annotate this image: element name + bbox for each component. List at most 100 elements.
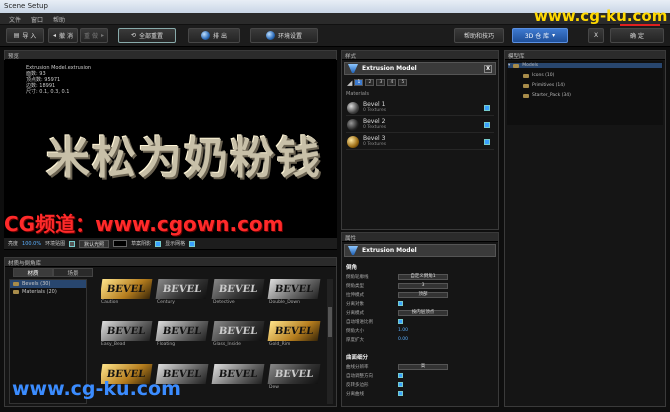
prop-checkbox[interactable] [398, 301, 403, 306]
tree-item-starter-pack[interactable]: Starter_Pack (34) [523, 93, 571, 98]
bevel-preview: BEVEL [211, 321, 265, 342]
extrusion-icon [348, 64, 358, 73]
style-tab-row: ◢ 1 2 3 4 5 [344, 77, 496, 88]
material-item-bevel3[interactable]: Bevel 30 Textures [346, 134, 494, 150]
scroll-thumb[interactable] [328, 307, 332, 337]
ok-button[interactable]: 确 定 [610, 28, 664, 43]
watermark-middle: CG频道：www.cgown.com [4, 212, 284, 236]
redo-button[interactable]: 重 做 ▸ [80, 28, 108, 43]
material-sphere-icon [347, 135, 359, 148]
thumb-double-down[interactable]: BEVEL Double_Down [267, 279, 321, 308]
prop-select[interactable]: 自定义倒角1 [398, 273, 448, 280]
render-button[interactable]: 排 出 [188, 28, 240, 43]
tree-item-icons[interactable]: Icons (10) [523, 73, 554, 78]
bevel-preview: BEVEL [101, 279, 153, 299]
prop-row: 倒角大小 1.00 [346, 328, 409, 334]
menu-file[interactable]: 文件 [6, 15, 24, 24]
menu-window[interactable]: 窗口 [28, 15, 46, 24]
viewport-header: 预览 [4, 50, 337, 60]
brightness-value[interactable]: 100.0% [22, 241, 41, 247]
import-button[interactable]: ▤ 导 入 [6, 28, 44, 43]
material-item-bevel1[interactable]: Bevel 10 Textures [346, 100, 494, 116]
thumb-gold-rim[interactable]: BEVEL Gold_Rim [267, 321, 321, 350]
close-icon[interactable]: X [484, 64, 492, 73]
section-subdivision: 曲面细分 [346, 355, 369, 361]
thumb-easy-bead[interactable]: BEVEL Easy_Bead [101, 321, 153, 350]
prop-row: 曲线分辨率高 [346, 363, 494, 370]
prop-select[interactable]: 高 [398, 363, 448, 370]
thumb-caution[interactable]: BEVEL Caution [101, 279, 153, 308]
thumb-11[interactable]: BEVEL [211, 363, 265, 393]
model-tree: ▾ Models Icons (10) Primitives (14) Star… [507, 61, 663, 125]
section-bevel: 倒角 [346, 265, 358, 271]
prop-number[interactable]: 1.00 [398, 328, 408, 333]
close-button[interactable]: X [588, 28, 604, 43]
tree-item-primitives[interactable]: Primitives (14) [523, 83, 565, 88]
tree-item-models[interactable]: ▾ Models [508, 63, 662, 68]
extruded-3d-text: 米松为奶粉钱 [46, 133, 322, 184]
reset-all-button[interactable]: ⟲ 全部重置 [118, 28, 176, 43]
tab-materials[interactable]: 材质 [13, 268, 53, 277]
background-color-swatch[interactable] [113, 240, 128, 247]
prop-row: 倒角类型 3 [346, 282, 494, 289]
material-item-bevel2[interactable]: Bevel 20 Textures [346, 117, 494, 133]
watermark-bottom: www.cg-ku.com [12, 378, 181, 400]
ground-shadow-checkbox[interactable] [155, 240, 162, 247]
style-tab-4[interactable]: 4 [387, 79, 397, 86]
environment-settings-button[interactable]: 环境设置 [250, 28, 318, 43]
style-tab-2[interactable]: 2 [365, 79, 375, 86]
toolbar: ▤ 导 入 ◂ 撤 消 重 做 ▸ ⟲ 全部重置 排 出 环境设置 帮助和技巧 … [0, 25, 670, 47]
3d-library-button[interactable]: 3D 仓 库 ▾ [512, 28, 568, 43]
thumb-detective[interactable]: BEVEL Detective [211, 279, 265, 308]
globe-icon [265, 31, 275, 40]
folder-icon [513, 63, 520, 68]
prop-select[interactable]: 按内层顶点 [398, 309, 448, 316]
prop-checkbox[interactable] [398, 382, 403, 387]
undo-button[interactable]: ◂ 撤 消 [48, 28, 78, 43]
tree-item-bevels[interactable]: Bevels (30) [10, 280, 86, 288]
env-map-checkbox[interactable] [69, 240, 76, 247]
prop-select[interactable]: 顶部 [398, 291, 448, 298]
material-visible-checkbox[interactable] [484, 138, 490, 145]
thumb-floating[interactable]: BEVEL Floating [155, 321, 209, 350]
style-tab-1[interactable]: 1 [354, 79, 364, 86]
folder-icon [13, 290, 19, 294]
prop-checkbox[interactable] [398, 391, 403, 396]
style-tab-5[interactable]: 5 [398, 79, 408, 86]
render-orb-icon [201, 31, 211, 40]
watermark-top: www.cg-ku.com [534, 7, 668, 25]
env-map-select[interactable]: 默认光照 [79, 239, 110, 248]
bevel-preview: BEVEL [267, 279, 321, 299]
prop-checkbox[interactable] [398, 319, 403, 324]
show-grid-checkbox[interactable] [189, 240, 196, 247]
material-sphere-icon [347, 118, 359, 131]
tree-item-materials[interactable]: Materials (20) [10, 288, 86, 296]
arrow-right-icon: ▸ [100, 32, 104, 39]
thumb-century[interactable]: BEVEL Century [155, 279, 209, 308]
help-tips-button[interactable]: 帮助和技巧 [454, 28, 504, 43]
menu-help[interactable]: 帮助 [50, 15, 68, 24]
bevel-preview: BEVEL [155, 321, 209, 342]
camera-icon[interactable]: ◢ [347, 79, 352, 87]
style-panel: 样式 Extrusion Model X ◢ 1 2 3 4 5 Materia… [341, 50, 499, 230]
ground-shadow-label: 草案阴影 [131, 241, 152, 247]
prop-number[interactable]: 0.00 [398, 337, 408, 342]
import-icon: ▤ [13, 32, 20, 39]
prop-row: 分离模式 按内层顶点 [346, 309, 494, 316]
material-visible-checkbox[interactable] [484, 121, 490, 128]
properties-panel: 属性 Extrusion Model 倒角 倒角轮廓线 自定义倒角1 倒角类型 3 … [341, 232, 499, 407]
tab-scenes[interactable]: 场景 [53, 268, 93, 277]
style-model-header: Extrusion Model X [344, 62, 496, 75]
folder-icon [523, 93, 529, 98]
style-tab-3[interactable]: 3 [376, 79, 386, 86]
prop-checkbox[interactable] [398, 373, 403, 378]
thumb-dew[interactable]: BEVEL Dew [267, 363, 321, 393]
material-visible-checkbox[interactable] [484, 104, 490, 111]
viewport-options-bar: 亮度 100.0% 环境贴图 默认光照 草案阴影 显示网格 [4, 238, 337, 250]
prop-row: 分离对象 [346, 300, 494, 307]
library-scrollbar[interactable] [327, 279, 333, 404]
thumb-glass-inside[interactable]: BEVEL Glass_Inside [211, 321, 265, 350]
show-grid-label: 显示网格 [165, 241, 186, 247]
prop-select[interactable]: 3 [398, 282, 448, 289]
prop-row: 反转多边形 [346, 381, 494, 388]
